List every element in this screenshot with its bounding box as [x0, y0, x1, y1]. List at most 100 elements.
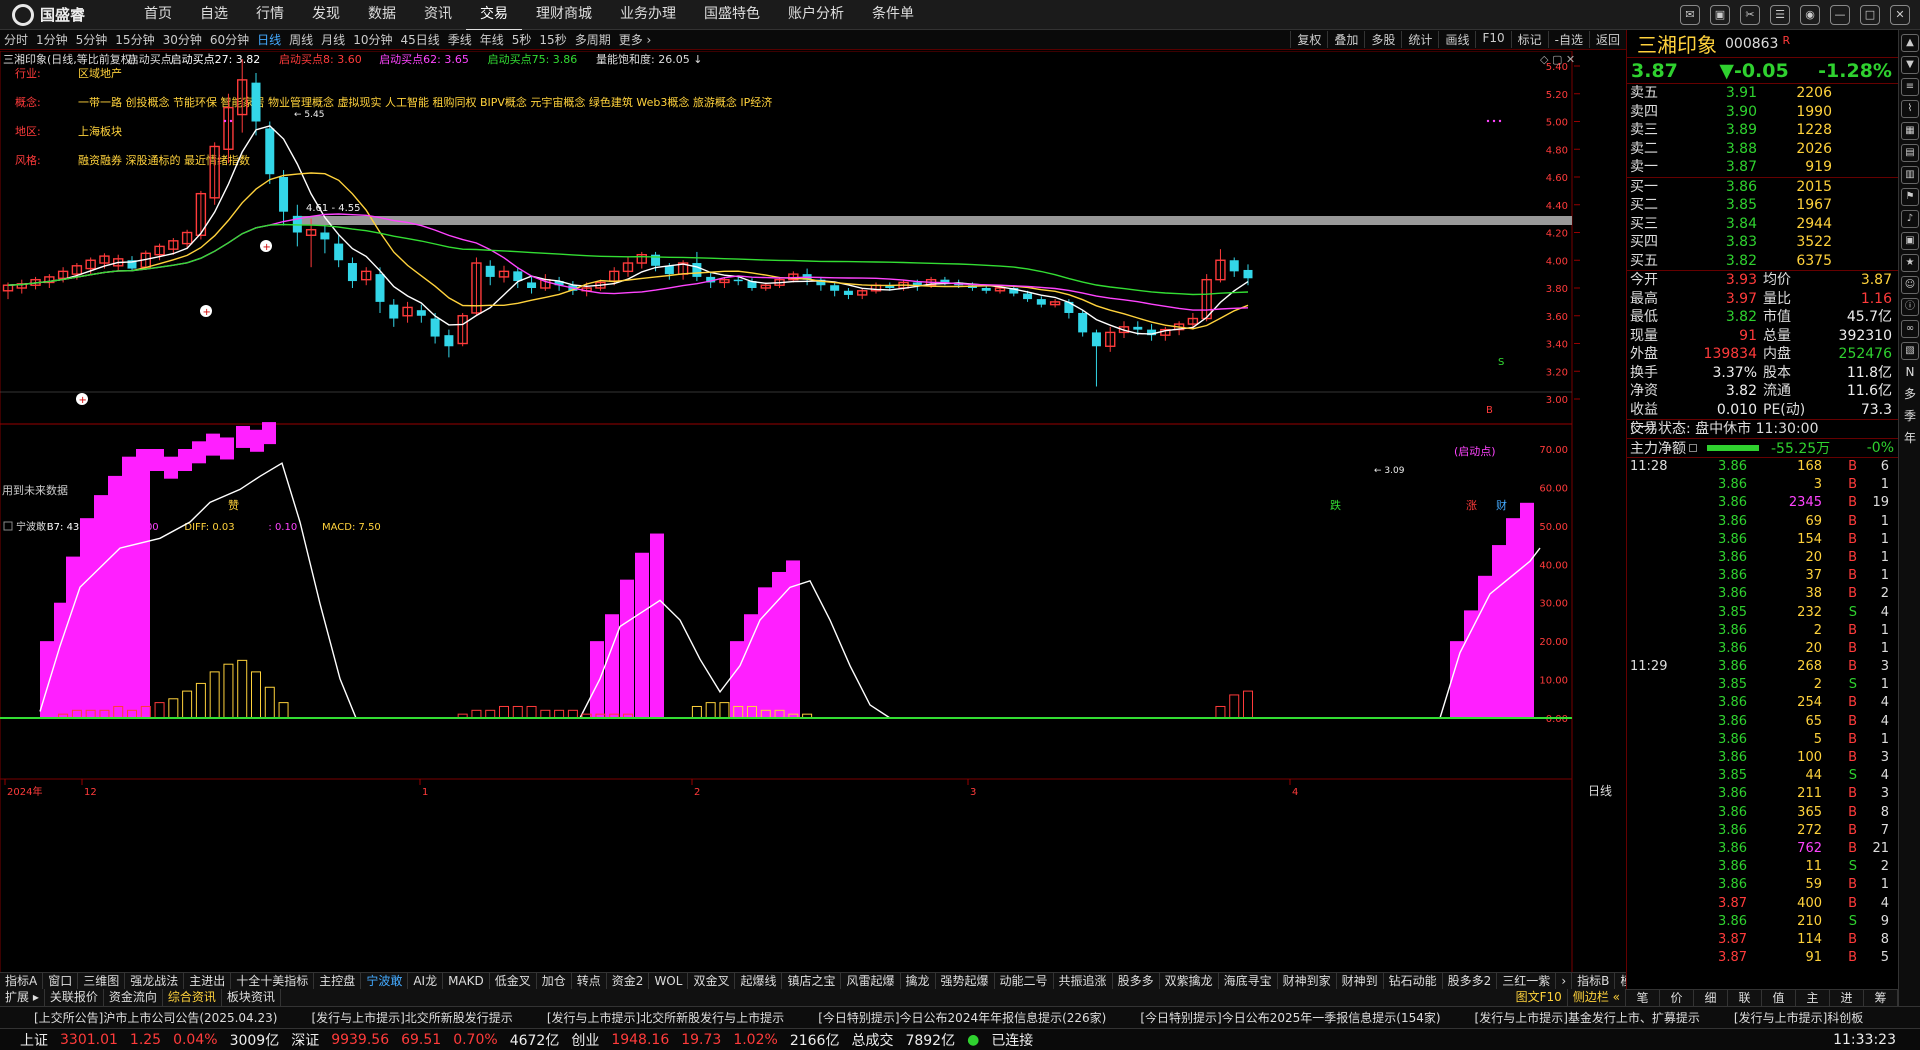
indicator-tab[interactable]: 海底寻宝	[1219, 973, 1278, 989]
indicator-tab[interactable]: 转点	[572, 973, 607, 989]
top-menu-item[interactable]: 理财商城	[522, 0, 606, 31]
indicator-tab[interactable]: ›	[1556, 973, 1573, 989]
news-item[interactable]: [上交所公告]沪市上市公司公告(2025.04.23)	[0, 1009, 277, 1026]
period-tab[interactable]: 日线	[253, 31, 285, 48]
indicator-tab[interactable]: 加仓	[537, 973, 572, 989]
order-book-row[interactable]: 买五 3.82 6375	[1627, 252, 1898, 271]
arrow-down-icon[interactable]: ▼	[1901, 56, 1919, 74]
indicator-tab[interactable]: 双金叉	[688, 973, 736, 989]
order-book-row[interactable]: 卖四 3.90 1990	[1627, 103, 1898, 122]
indicator-tab[interactable]: 双紫擒龙	[1160, 973, 1219, 989]
order-book-row[interactable]: 买三 3.84 2944	[1627, 215, 1898, 234]
period-tab[interactable]: 季线	[444, 31, 476, 48]
indicator-tab[interactable]: 十全十美指标	[231, 973, 315, 989]
pdf-icon[interactable]: ▧	[1901, 342, 1919, 360]
indicator-tab[interactable]: 窗口	[43, 973, 79, 989]
indicator-tab[interactable]: 宁波敢	[361, 973, 409, 989]
panel-toggle[interactable]: 侧边栏 «	[1568, 989, 1626, 1006]
indicator-tab[interactable]: 三红一紫	[1497, 973, 1557, 989]
info-tab[interactable]: 综合资讯	[163, 989, 222, 1006]
indicator-tab[interactable]: AI龙	[408, 973, 444, 989]
chart-tool-button[interactable]: 多股	[1364, 31, 1401, 48]
indicator-tab[interactable]: 风雷起爆	[841, 973, 901, 989]
period-tab[interactable]: 15分钟	[111, 31, 158, 48]
chart-tool-button[interactable]: 画线	[1438, 31, 1475, 48]
indicator-tab[interactable]: 共振追涨	[1054, 973, 1113, 989]
period-tab[interactable]: 15秒	[535, 31, 570, 48]
indicator-tab[interactable]: 指标B	[1572, 973, 1616, 989]
top-menu-item[interactable]: 行情	[242, 0, 298, 31]
order-book-row[interactable]: 卖二 3.88 2026	[1627, 140, 1898, 159]
news-item[interactable]: [发行与上市提示]基金发行上市、扩募提示	[1441, 1009, 1700, 1026]
top-menu-item[interactable]: 账户分析	[774, 0, 858, 31]
settings-icon[interactable]: ☰	[1770, 4, 1790, 25]
arrow-up-icon[interactable]: ▲	[1901, 34, 1919, 52]
side-label[interactable]: 多	[1901, 386, 1919, 404]
period-tab[interactable]: 月线	[317, 31, 349, 48]
order-book-row[interactable]: 卖一 3.87 919	[1627, 158, 1898, 177]
skin-icon[interactable]: ◉	[1800, 4, 1820, 25]
chart-tool-button[interactable]: F10	[1475, 31, 1510, 48]
indicator-tab[interactable]: WOL	[649, 973, 689, 989]
indicator-tab[interactable]: 财神到家	[1278, 973, 1337, 989]
top-menu-item[interactable]: 业务办理	[606, 0, 690, 31]
quote-tab[interactable]: 筹	[1864, 990, 1898, 1006]
expand-icon[interactable]	[1689, 444, 1697, 452]
indicator-tab[interactable]: 擒龙	[901, 973, 936, 989]
period-tab[interactable]: 年线	[476, 31, 508, 48]
top-menu-item[interactable]: 首页	[130, 0, 186, 31]
side-label[interactable]: 季	[1901, 408, 1919, 426]
period-tab[interactable]: 60分钟	[206, 31, 253, 48]
period-tab[interactable]: 5分钟	[72, 31, 112, 48]
panel-toggle[interactable]: 图文F10	[1511, 989, 1568, 1006]
indicator-tab[interactable]: 镇店之宝	[782, 973, 842, 989]
indicator-tab[interactable]: 主进出	[184, 973, 232, 989]
indicator-tab[interactable]: 钻石动能	[1384, 973, 1443, 989]
indicator-tab[interactable]: 低金叉	[490, 973, 537, 989]
news-item[interactable]: [发行与上市提示]北交所新股发行与上市提示	[513, 1009, 784, 1026]
tools-icon[interactable]: ✂	[1740, 4, 1760, 25]
news-ticker[interactable]: [上交所公告]沪市上市公司公告(2025.04.23) [发行与上市提示]北交所新…	[0, 1006, 1920, 1028]
order-book-row[interactable]: 卖五 3.91 2206	[1627, 84, 1898, 103]
period-tab[interactable]: 更多 ›	[615, 31, 656, 48]
info-tab[interactable]: 板块资讯	[222, 989, 281, 1006]
chart-tool-button[interactable]: 标记	[1510, 31, 1548, 48]
news-icon[interactable]: ▣	[1901, 232, 1919, 250]
period-tab[interactable]: 周线	[285, 31, 317, 48]
info-tab[interactable]: 资金流向	[104, 989, 163, 1006]
top-menu-item[interactable]: 发现	[298, 0, 354, 31]
top-menu-item[interactable]: 条件单	[858, 0, 928, 31]
chart-tool-button[interactable]: 叠加	[1327, 31, 1364, 48]
indicator-tab[interactable]: 强龙战法	[125, 973, 185, 989]
indicator-tab[interactable]: 主控盘	[314, 973, 362, 989]
news-item[interactable]: [今日特别提示]今日公布2024年年报信息提示(226家)	[784, 1009, 1106, 1026]
flag-icon[interactable]: ⚑	[1901, 188, 1919, 206]
period-tab[interactable]: 10分钟	[349, 31, 396, 48]
indicator-tab[interactable]: 资金2	[607, 973, 650, 989]
indicator-tab[interactable]: 股多多	[1113, 973, 1160, 989]
indicator-tab[interactable]: 指标A	[0, 973, 44, 989]
period-tab[interactable]: 多周期	[571, 31, 615, 48]
top-menu-item[interactable]: 自选	[186, 0, 242, 31]
bell-icon[interactable]: ♪	[1901, 210, 1919, 228]
order-book-row[interactable]: 买一 3.86 2015	[1627, 178, 1898, 197]
period-tab[interactable]: 30分钟	[159, 31, 206, 48]
link-icon[interactable]: ∞	[1901, 320, 1919, 338]
list-icon[interactable]: ≡	[1901, 78, 1919, 96]
chart-area[interactable]: 三湘印象(日线,等比前复权) 启动买点 启动买点27: 3.82 启动买点8: 3.6…	[0, 50, 1626, 974]
kline-chart[interactable]: 三湘印象(日线,等比前复权)启动买点启动买点27: 3.82 启动买点8: 3.6…	[0, 50, 1626, 974]
chart-tool-button[interactable]: 返回	[1588, 31, 1626, 48]
top-menu-item[interactable]: 数据	[354, 0, 410, 31]
side-label[interactable]: 年	[1901, 430, 1919, 448]
user-icon[interactable]: ☺	[1901, 276, 1919, 294]
info-icon[interactable]: ⓘ	[1901, 298, 1919, 316]
close-icon[interactable]: ✕	[1890, 4, 1910, 25]
chart-icon[interactable]: ⌇	[1901, 100, 1919, 118]
order-book-row[interactable]: 买二 3.85 1967	[1627, 196, 1898, 215]
top-menu-item[interactable]: 交易	[466, 0, 522, 31]
quote-tab[interactable]: 联	[1728, 990, 1762, 1006]
quote-tab[interactable]: 笔	[1626, 990, 1660, 1006]
quote-tab[interactable]: 主	[1796, 990, 1830, 1006]
indicator-tab[interactable]: 财神到	[1337, 973, 1384, 989]
star-icon[interactable]: ★	[1901, 254, 1919, 272]
